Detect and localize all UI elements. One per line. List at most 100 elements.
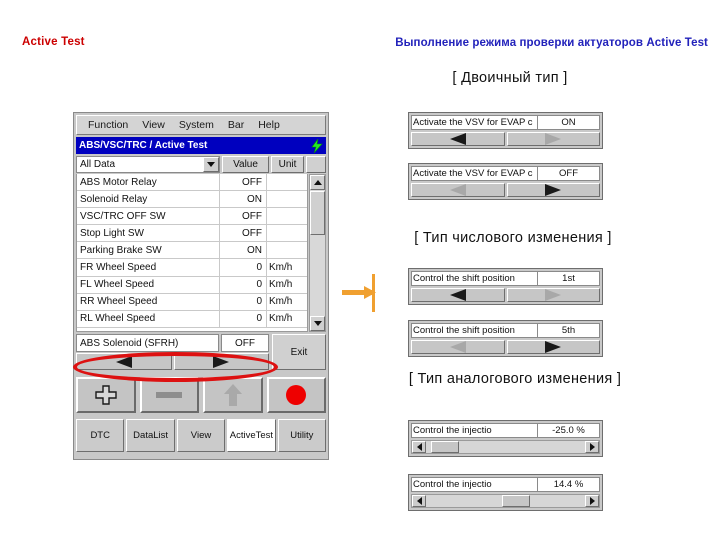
data-grid-rows: ABS Motor Relay OFF Solenoid Relay ON VS… [76,174,308,332]
column-header-spacer [306,156,326,173]
section-title-binary: [ Двоичный тип ] [452,70,568,86]
bottom-tab-bar: DTC Data List View Active Test Utility [76,419,327,452]
arrow-left-button[interactable] [411,340,505,354]
table-row[interactable]: FR Wheel Speed 0 Km/h [77,259,307,277]
column-header-unit: Unit [271,156,304,173]
binary-panel-on: Activate the VSV for EVAP c ON [408,112,603,149]
data-filter-select[interactable]: All Data [76,156,220,173]
menu-item-system[interactable]: System [172,119,221,131]
table-row[interactable]: Solenoid Relay ON [77,191,307,209]
table-row[interactable]: FL Wheel Speed 0 Km/h [77,276,307,294]
scroll-up-icon[interactable] [310,175,325,190]
up-button[interactable] [203,377,263,413]
arrow-right-button[interactable] [506,183,600,197]
arrow-left-button[interactable] [411,288,505,302]
row-name: Solenoid Relay [77,191,220,208]
title-bar: ABS/VSC/TRC / Active Test [76,137,326,154]
numeric-panel-1st: Control the shift position 1st [408,268,603,305]
row-name: ABS Motor Relay [77,174,220,191]
table-row[interactable]: Parking Brake SW ON [77,242,307,260]
panel-test-value: ON [538,115,600,130]
scroll-down-icon[interactable] [310,316,325,331]
row-unit: Km/h [269,313,293,325]
row-name: RL Wheel Speed [77,310,220,327]
record-button[interactable] [266,377,326,413]
row-value: OFF [220,208,267,225]
menu-item-function[interactable]: Function [81,119,135,131]
slider-right-icon[interactable] [585,495,599,507]
row-value: ON [220,191,267,208]
column-header-value: Value [222,156,269,173]
tab-view[interactable]: View [176,419,226,452]
panel-test-value: 14.4 % [538,477,600,492]
exit-button[interactable]: Exit [272,334,326,370]
slider-track[interactable] [426,441,585,453]
arrow-left-button[interactable] [76,353,172,370]
scrollbar-thumb[interactable] [310,191,325,235]
table-row[interactable]: VSC/TRC OFF SW OFF [77,208,307,226]
panel-test-value: 5th [538,323,600,338]
chevron-down-icon[interactable] [203,157,219,172]
minus-button[interactable] [139,377,199,413]
plus-button[interactable] [76,377,136,413]
row-unit: Km/h [269,296,293,308]
panel-test-name: Control the injectio [411,477,538,492]
slider-right-icon[interactable] [585,441,599,453]
row-value: OFF [220,174,267,191]
test-arrow-buttons [76,353,269,370]
analog-slider[interactable] [411,494,600,508]
arrow-left-button[interactable] [411,183,505,197]
slider-track[interactable] [426,495,585,507]
active-test-selected-row: ABS Solenoid (SFRH) OFF Exit [76,334,326,370]
minus-icon [156,392,183,398]
arrow-left-button[interactable] [411,132,505,146]
slider-left-icon[interactable] [412,495,426,507]
table-row[interactable]: RL Wheel Speed 0 Km/h [77,310,307,328]
slider-thumb[interactable] [502,495,531,507]
arrow-right-button[interactable] [173,353,269,370]
tab-active-test-line2: Test [255,430,274,441]
table-row[interactable]: RR Wheel Speed 0 Km/h [77,293,307,311]
selected-test-value: OFF [221,334,269,352]
row-unit: Km/h [269,279,293,291]
section-title-numeric: [ Тип числового изменения ] [414,230,612,246]
selected-test-name: ABS Solenoid (SFRH) [76,334,219,352]
panel-test-value: 1st [538,271,600,286]
menu-item-help[interactable]: Help [251,119,287,131]
row-value: 0 [220,276,267,293]
panel-test-value: -25.0 % [538,423,600,438]
row-value: 0 [220,293,267,310]
scan-tool-device: Function View System Bar Help ABS/VSC/TR… [73,112,329,460]
menu-item-view[interactable]: View [135,119,172,131]
table-row[interactable]: Stop Light SW OFF [77,225,307,243]
tab-active-test[interactable]: Active Test [227,419,276,452]
up-arrow-icon [223,384,242,406]
lightning-bolt-icon [311,138,323,153]
tab-utility[interactable]: Utility [277,419,327,452]
row-value: ON [220,242,267,259]
data-filter-value: All Data [80,159,116,170]
tab-data-list[interactable]: Data List [126,419,175,452]
slider-left-icon[interactable] [412,441,426,453]
table-row[interactable]: ABS Motor Relay OFF [77,174,307,192]
orange-arrow-icon [342,274,376,312]
tab-data-list-line2: List [153,430,169,441]
arrow-right-button[interactable] [506,340,600,354]
slider-thumb[interactable] [430,441,459,453]
analog-panel-14-4: Control the injectio 14.4 % [408,474,603,511]
filter-row: All Data Value Unit [76,156,326,173]
panel-test-name: Activate the VSV for EVAP c [411,115,538,130]
row-unit: Km/h [269,262,293,274]
arrow-right-button[interactable] [506,288,600,302]
tab-dtc[interactable]: DTC [76,419,125,452]
tab-active-test-line1: Active [229,430,256,441]
menu-bar: Function View System Bar Help [76,115,326,135]
analog-slider[interactable] [411,440,600,454]
panel-test-name: Control the shift position [411,271,538,286]
arrow-right-button[interactable] [506,132,600,146]
menu-item-bar[interactable]: Bar [221,119,251,131]
row-name: FR Wheel Speed [77,259,220,276]
vertical-scrollbar[interactable] [309,174,326,332]
panel-test-name: Control the injectio [411,423,538,438]
tab-data-list-line1: Data [133,430,154,441]
